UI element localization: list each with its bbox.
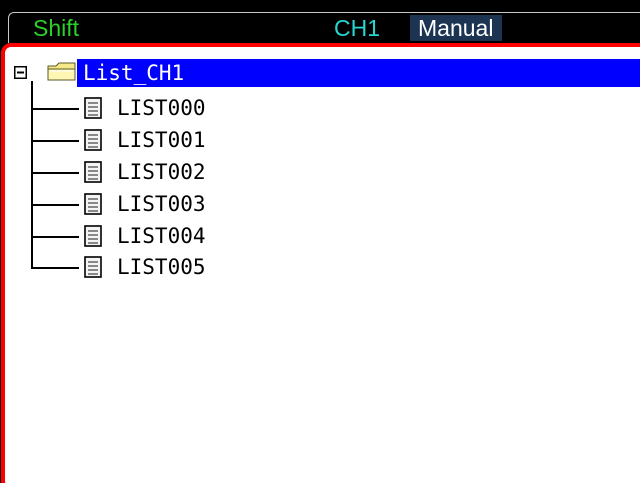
- file-label[interactable]: LIST001: [117, 126, 206, 154]
- file-icon: [84, 129, 102, 151]
- file-browser-window: List_CH1 LIST000 LIST001 LIST002 LIST003…: [1, 43, 640, 483]
- file-tree: List_CH1 LIST000 LIST001 LIST002 LIST003…: [5, 47, 640, 483]
- file-label[interactable]: LIST003: [117, 190, 206, 218]
- file-label[interactable]: LIST002: [117, 158, 206, 186]
- instrument-screen: Shift CH1 Manual List_CH1 LIST000 LIST00…: [0, 0, 640, 483]
- tree-branch-line: [31, 172, 79, 174]
- mode-indicator: Manual: [410, 15, 503, 41]
- file-label[interactable]: LIST000: [117, 94, 206, 122]
- channel-indicator: CH1: [334, 15, 381, 41]
- tree-branch-line: [31, 140, 79, 142]
- tree-branch-line: [31, 267, 79, 269]
- tree-branch-line: [31, 204, 79, 206]
- status-bar: Shift CH1 Manual: [8, 12, 640, 43]
- file-icon: [84, 193, 102, 215]
- file-icon: [84, 97, 102, 119]
- folder-icon: [47, 62, 76, 81]
- file-label[interactable]: LIST005: [117, 253, 206, 281]
- file-icon: [84, 256, 102, 278]
- root-folder-label[interactable]: List_CH1: [83, 59, 184, 87]
- tree-branch-line: [31, 108, 79, 110]
- shift-indicator: Shift: [33, 15, 80, 41]
- file-icon: [84, 161, 102, 183]
- file-label[interactable]: LIST004: [117, 222, 206, 250]
- tree-branch-line: [31, 236, 79, 238]
- collapse-icon[interactable]: [14, 66, 27, 79]
- file-icon: [84, 225, 102, 247]
